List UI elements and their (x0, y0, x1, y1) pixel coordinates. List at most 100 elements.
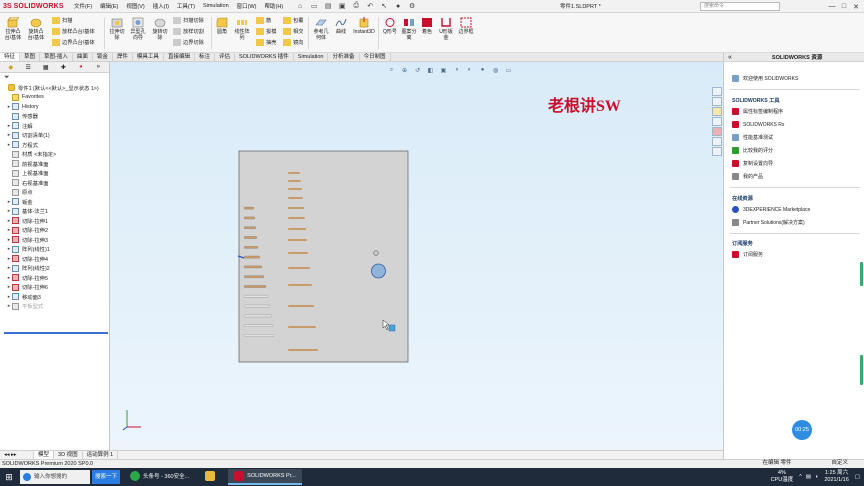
custom-properties-tab-icon[interactable] (712, 137, 722, 146)
slot-cut[interactable] (243, 295, 269, 298)
graphics-area[interactable]: ⌕ ⊕ ↺ ◧ ▣ ◑ ◐ ● ◍ ▭ 老根讲SW (110, 62, 723, 450)
slot-cut[interactable] (243, 246, 259, 249)
tab-weldments[interactable]: 焊件 (113, 53, 133, 61)
taskbar-app-solidworks[interactable]: SOLIDWORKS Pr... (228, 469, 302, 485)
tool-link[interactable]: 我的产品 (732, 173, 763, 180)
display-manager-icon[interactable]: ◕ (74, 63, 88, 72)
u-sheetmetal-button[interactable]: U形钣 金 (437, 16, 455, 41)
windows-start-icon[interactable]: ⊞ (0, 468, 18, 486)
taskbar-app-folder[interactable] (199, 469, 224, 485)
slot-cut[interactable] (288, 172, 300, 174)
small-hole[interactable] (373, 250, 379, 256)
boundary-boss-button[interactable]: 边界凸台/基体 (52, 39, 95, 46)
tree-node[interactable]: ▸ 阵列(线性)1 (2, 245, 109, 255)
collapse-task-pane-icon[interactable]: « (728, 54, 732, 61)
tab-mold-tools[interactable]: 模具工具 (133, 53, 164, 61)
config-manager-icon[interactable]: ▦ (39, 63, 53, 72)
solidworks-logo[interactable]: 3S SOLIDWORKS (0, 0, 70, 13)
tree-node[interactable]: ▸ 基体-法兰1 (2, 207, 109, 217)
taskbar-search-input[interactable]: 输入你想搜的 (20, 470, 90, 484)
slot-cut[interactable] (243, 314, 273, 318)
slot-cut[interactable] (288, 284, 312, 286)
menu-edit[interactable]: 编辑(E) (96, 2, 122, 10)
sweep-button[interactable]: 扫描 (52, 17, 72, 24)
tree-node[interactable]: ▸ 移动面3 (2, 292, 109, 302)
tab-analysis-prep[interactable]: 分析准备 (328, 53, 360, 61)
tab-surfaces[interactable]: 曲面 (73, 53, 93, 61)
tree-node[interactable]: ▸ 切除-拉伸4 (2, 254, 109, 264)
tree-node[interactable]: ▸ 切除-拉伸6 (2, 283, 109, 293)
tree-node[interactable]: ▸ 切除-拉伸1 (2, 216, 109, 226)
mirror-button[interactable]: 镜向 (283, 39, 303, 46)
large-hole[interactable] (371, 263, 386, 279)
q-shape-button[interactable]: Q形号 (381, 16, 399, 35)
menu-window[interactable]: 窗口(W) (233, 2, 261, 10)
resources-tab-icon[interactable] (712, 87, 722, 96)
slot-cut[interactable] (243, 236, 258, 239)
tree-node[interactable]: ▸ 切除-拉伸5 (2, 273, 109, 283)
hole-wizard-button[interactable]: 异型孔 向导 (128, 16, 148, 41)
tree-node[interactable]: ▸ 钣金 (2, 197, 109, 207)
scroll-indicator[interactable] (860, 355, 863, 385)
dimxpert-icon[interactable]: ✚ (57, 63, 71, 72)
home-icon[interactable]: ⌂ (295, 1, 305, 11)
reference-geometry-button[interactable]: 参考几 何体 (311, 16, 331, 41)
menu-file[interactable]: 文件(F) (70, 2, 96, 10)
tree-node[interactable]: ▸ 切除-拉伸3 (2, 235, 109, 245)
bounding-box-button[interactable]: 边界框 (456, 16, 476, 35)
slot-cut[interactable] (288, 207, 304, 209)
tab-sketch-ink[interactable]: 草图-插入 (40, 53, 73, 61)
slot-cut[interactable] (243, 285, 267, 288)
expand-panel-icon[interactable]: » (92, 63, 106, 72)
curves-button[interactable]: 曲线 (332, 16, 350, 35)
wrap-button[interactable]: 包覆 (283, 17, 303, 24)
status-custom-button[interactable]: 自定义 (831, 459, 848, 468)
menu-insert[interactable]: 插入(I) (149, 2, 173, 10)
fillet-button[interactable]: 圆角 (213, 16, 231, 35)
volume-icon[interactable]: ◖ (815, 474, 818, 480)
tool-link[interactable]: 复制设置向导 (732, 160, 773, 167)
tab-sheetmetal[interactable]: 钣金 (93, 53, 113, 61)
forum-tab-icon[interactable] (712, 147, 722, 156)
tab-direct-editing[interactable]: 直接编辑 (164, 53, 195, 61)
menu-view[interactable]: 视图(V) (122, 2, 148, 10)
tool-link[interactable]: SOLIDWORKS Rx (732, 121, 784, 128)
tree-root-part[interactable]: 零件1 (默认<<默认>_显示状态 1>) (2, 83, 109, 93)
slot-cut[interactable] (288, 180, 301, 182)
new-file-icon[interactable]: ▭ (309, 1, 319, 11)
tree-node[interactable]: 传感器 (2, 112, 109, 122)
filter-icon[interactable]: ⏷ (4, 74, 10, 82)
tab-sketch[interactable]: 草图 (20, 53, 41, 61)
slot-cut[interactable] (243, 216, 256, 220)
file-explorer-tab-icon[interactable] (712, 107, 722, 116)
menu-tools[interactable]: 工具(T) (173, 2, 199, 10)
slot-cut[interactable] (288, 197, 303, 199)
tree-node[interactable]: 原点 (2, 188, 109, 198)
slot-cut[interactable] (288, 188, 302, 190)
slot-cut[interactable] (288, 252, 308, 254)
cpu-temp-widget[interactable]: 4% CPU温度 (771, 470, 794, 484)
slot-cut[interactable] (288, 267, 310, 269)
loft-boss-button[interactable]: 放样凸台/基体 (52, 28, 95, 35)
part-model[interactable] (110, 62, 723, 450)
tree-node[interactable]: Favorites (2, 93, 109, 103)
tab-features[interactable]: 特征 (0, 53, 21, 61)
slot-cut[interactable] (243, 206, 255, 210)
tool-link[interactable]: 性能基准测试 (732, 134, 773, 141)
slot-cut[interactable] (288, 228, 306, 230)
slot-cut[interactable] (243, 304, 271, 308)
recording-timer[interactable]: 00:25 (792, 420, 812, 440)
shading-button[interactable]: 着色 (419, 16, 435, 35)
marketplace-link[interactable]: 3DEXPERIENCE Marketplace (732, 206, 810, 213)
open-file-icon[interactable]: ▤ (323, 1, 333, 11)
undo-icon[interactable]: ↶ (365, 1, 375, 11)
revolved-cut-button[interactable]: 旋转切 除 (150, 16, 170, 41)
pattern-separate-button[interactable]: 图案分 离 (400, 16, 418, 41)
slot-cut[interactable] (288, 349, 318, 351)
tree-node[interactable]: 上视基准面 (2, 169, 109, 179)
swept-cut-button[interactable]: 扫描切除 (173, 17, 204, 24)
network-icon[interactable]: ▤ (806, 474, 811, 480)
draft-button[interactable]: 拔模 (256, 28, 276, 35)
instant3d-button[interactable]: Instant3D (352, 16, 376, 35)
minimize-icon[interactable]: — (826, 1, 838, 12)
